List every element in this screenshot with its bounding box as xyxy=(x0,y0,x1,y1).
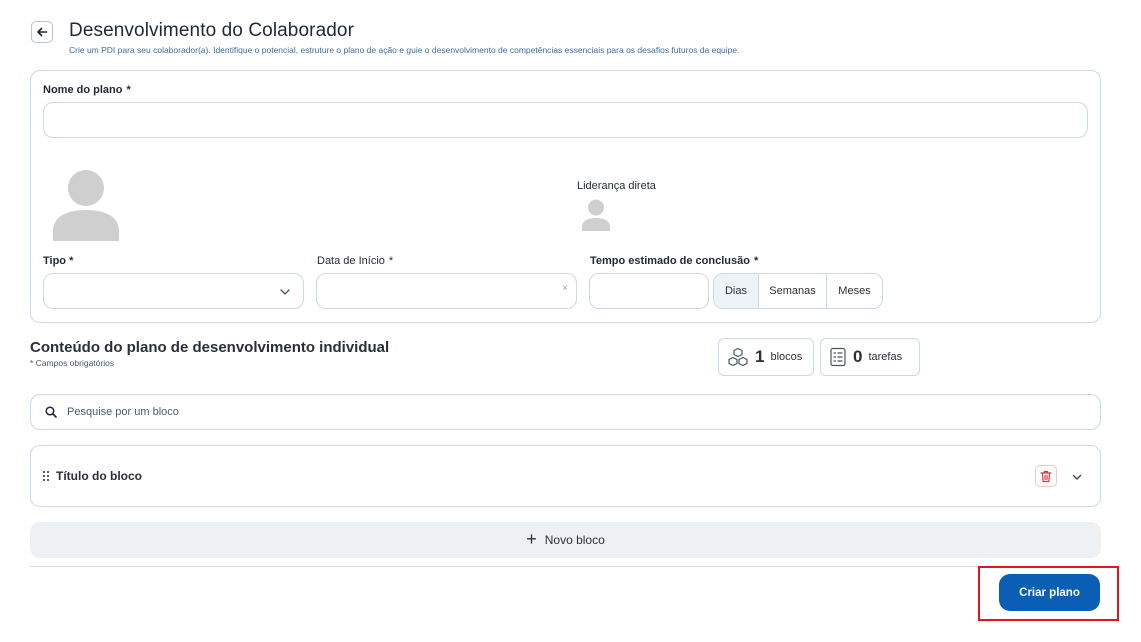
content-section-title: Conteúdo do plano de desenvolvimento ind… xyxy=(30,339,390,356)
drag-handle-icon[interactable] xyxy=(42,470,50,482)
type-select[interactable] xyxy=(43,273,304,309)
delete-block-button[interactable] xyxy=(1035,465,1057,487)
type-label: Tipo * xyxy=(43,255,74,267)
tasks-counter: 0 tarefas xyxy=(820,338,920,376)
plus-icon: + xyxy=(526,529,537,549)
leader-avatar-icon xyxy=(582,199,610,231)
plan-name-label: Nome do plano * xyxy=(43,84,131,96)
duration-input[interactable] xyxy=(589,273,709,309)
blocks-count: 1 xyxy=(755,347,765,366)
block-search-input[interactable] xyxy=(67,406,967,418)
chevron-down-icon[interactable] xyxy=(1071,471,1083,483)
tasks-count: 0 xyxy=(853,347,863,366)
trash-icon xyxy=(1040,470,1052,482)
plan-details-card: Nome do plano * Liderança direta Tipo * D… xyxy=(30,70,1101,323)
start-date-label: Data de Início * xyxy=(317,255,394,267)
back-button[interactable] xyxy=(31,21,53,43)
new-block-label: Novo bloco xyxy=(544,533,605,547)
search-icon xyxy=(45,406,57,418)
page-subtitle: Crie um PDI para seu colaborador(a). Ide… xyxy=(69,45,740,55)
tasks-label: tarefas xyxy=(868,351,903,363)
plan-name-input[interactable] xyxy=(43,102,1088,138)
create-plan-button[interactable]: Criar plano xyxy=(999,574,1100,611)
block-search-bar xyxy=(30,394,1101,430)
duration-unit-toggle: Dias Semanas Meses xyxy=(713,273,883,309)
unit-days-option[interactable]: Dias xyxy=(714,274,759,308)
leadership-label: Liderança direta xyxy=(577,180,656,192)
new-block-button[interactable]: + Novo bloco xyxy=(30,522,1101,558)
required-fields-note: * Campos obrigatórios xyxy=(30,358,115,368)
divider xyxy=(30,566,1101,567)
unit-months-option[interactable]: Meses xyxy=(827,274,882,308)
blocks-label: blocos xyxy=(770,351,803,363)
clear-date-icon[interactable]: × xyxy=(562,283,568,294)
arrow-left-icon xyxy=(37,27,48,37)
blocks-counter: 1 blocos xyxy=(718,338,814,376)
collaborator-avatar-icon xyxy=(53,170,119,241)
start-date-input[interactable]: × xyxy=(316,273,577,309)
unit-weeks-option[interactable]: Semanas xyxy=(759,274,827,308)
page-title: Desenvolvimento do Colaborador xyxy=(69,20,354,41)
checklist-icon xyxy=(830,347,846,367)
content-block: Título do bloco xyxy=(30,445,1101,507)
block-title[interactable]: Título do bloco xyxy=(56,469,142,483)
duration-label: Tempo estimado de conclusão * xyxy=(590,255,759,267)
cubes-icon xyxy=(728,347,748,367)
chevron-down-icon xyxy=(280,289,290,295)
